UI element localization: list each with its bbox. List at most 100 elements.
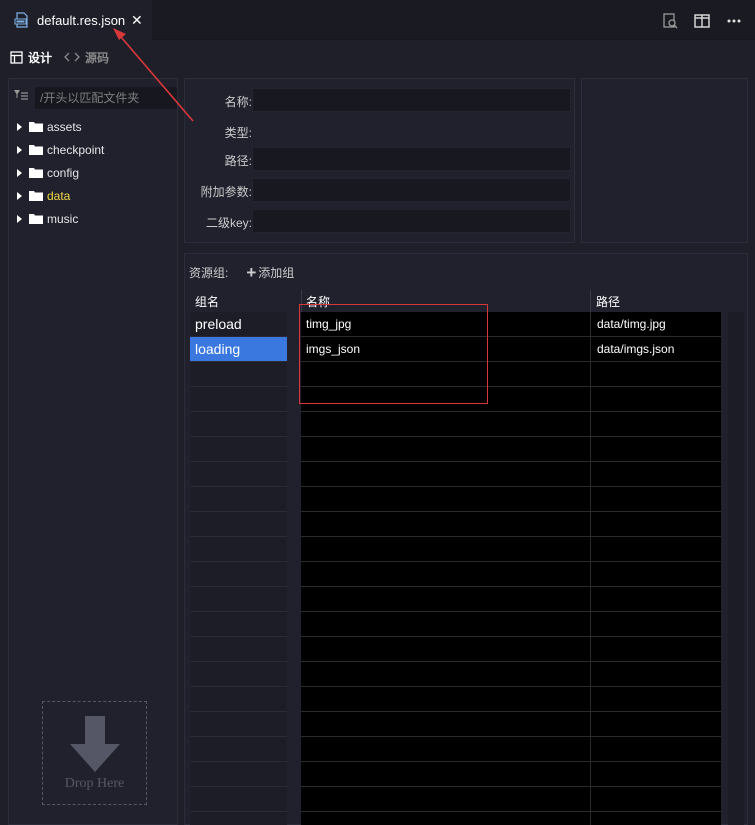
group-row-empty	[190, 437, 287, 462]
prop-row-type: 类型:	[185, 119, 576, 143]
tree-folder-label: data	[47, 188, 71, 203]
source-view-button[interactable]: 源码	[64, 49, 109, 66]
group-row-empty	[190, 562, 287, 587]
name-label: 名称:	[224, 95, 252, 109]
layout-icon	[10, 50, 23, 64]
drop-zone[interactable]: Drop Here	[42, 701, 147, 805]
prop-row-params: 附加参数:	[185, 178, 576, 202]
table-row-empty	[301, 812, 721, 825]
table-row-empty	[301, 512, 721, 537]
table-row-empty	[301, 412, 721, 437]
drop-zone-label: Drop Here	[64, 776, 125, 791]
more-actions-icon[interactable]	[725, 12, 743, 30]
tree-filter-input[interactable]	[35, 87, 177, 109]
path-field[interactable]	[252, 147, 571, 171]
group-row-empty	[190, 462, 287, 487]
expand-arrow-icon[interactable]	[17, 122, 22, 131]
view-switcher: 设计 源码	[0, 40, 755, 74]
group-row[interactable]: preload	[190, 312, 287, 337]
group-row-empty	[190, 737, 287, 762]
down-arrow-icon	[70, 716, 120, 772]
group-row-empty	[190, 762, 287, 787]
group-row[interactable]: loading	[190, 337, 287, 362]
folder-icon	[29, 214, 43, 224]
tab-title: default.res.json	[37, 12, 126, 28]
header-divider[interactable]	[590, 290, 591, 312]
tree-folder-label: checkpoint	[47, 142, 105, 157]
col-header-path[interactable]: 路径	[596, 293, 620, 310]
tree-folder-config[interactable]: config	[17, 161, 104, 184]
table-row-empty	[301, 762, 721, 787]
table-scrollbar[interactable]	[728, 312, 744, 825]
group-row-empty	[190, 412, 287, 437]
table-row-empty	[301, 737, 721, 762]
tree-folder-label: config	[47, 165, 80, 180]
design-view-label: 设计	[28, 50, 53, 65]
table-row-empty	[301, 562, 721, 587]
tree-folder-music[interactable]: music	[17, 207, 104, 230]
tab-default-res-json[interactable]: default.res.json ✕	[0, 0, 152, 40]
annotation-highlight-box	[299, 304, 488, 404]
group-row-empty	[190, 362, 287, 387]
prop-row-name: 名称:	[185, 88, 576, 112]
group-name: preload	[195, 316, 242, 332]
json-file-icon	[14, 12, 28, 28]
group-row-empty	[190, 587, 287, 612]
table-row-empty	[301, 662, 721, 687]
design-view-button[interactable]: 设计	[10, 49, 52, 66]
table-row-empty	[301, 462, 721, 487]
folder-icon	[29, 191, 43, 201]
resource-tree-panel: assets checkpoint config data music Drop Her…	[8, 78, 178, 825]
group-row-empty	[190, 637, 287, 662]
tree-folder-data[interactable]: data	[17, 184, 104, 207]
table-row-empty	[301, 637, 721, 662]
table-row-empty	[301, 787, 721, 812]
table-row-empty	[301, 687, 721, 712]
expand-arrow-icon[interactable]	[17, 214, 22, 223]
table-row-empty	[301, 437, 721, 462]
table-row-empty	[301, 487, 721, 512]
group-list: preload loading	[190, 312, 287, 825]
find-in-file-icon[interactable]	[661, 12, 679, 30]
editor-tab-bar: default.res.json ✕	[0, 0, 755, 40]
group-row-empty	[190, 687, 287, 712]
group-row-empty	[190, 712, 287, 737]
group-row-empty	[190, 662, 287, 687]
preview-panel	[581, 78, 748, 243]
tree-folder-checkpoint[interactable]: checkpoint	[17, 138, 104, 161]
table-row-empty	[301, 612, 721, 637]
group-name: loading	[195, 341, 241, 357]
expand-arrow-icon[interactable]	[17, 168, 22, 177]
split-editor-icon[interactable]	[693, 12, 711, 30]
group-row-empty	[190, 487, 287, 512]
folder-icon	[29, 168, 43, 178]
folder-tree: assets checkpoint config data music	[17, 115, 104, 230]
prop-row-subkey: 二级key:	[185, 209, 576, 233]
tree-filter-row	[9, 83, 179, 109]
plus-icon: +	[246, 262, 257, 282]
group-row-empty	[190, 512, 287, 537]
prop-row-path: 路径:	[185, 147, 576, 171]
params-field[interactable]	[252, 178, 571, 202]
group-row-empty	[190, 387, 287, 412]
col-header-group[interactable]: 组名	[195, 293, 219, 310]
subkey-field[interactable]	[252, 209, 571, 233]
group-row-empty	[190, 812, 287, 825]
table-row-empty	[301, 537, 721, 562]
add-group-label: 添加组	[258, 266, 295, 280]
source-view-label: 源码	[85, 50, 110, 65]
expand-arrow-icon[interactable]	[17, 145, 22, 154]
resource-path: data/imgs.json	[597, 342, 675, 356]
table-row-empty	[301, 587, 721, 612]
group-row-empty	[190, 612, 287, 637]
editor-actions	[661, 12, 743, 30]
type-label: 类型:	[224, 126, 252, 140]
tree-folder-label: assets	[47, 119, 82, 134]
add-group-button[interactable]: + 添加组	[246, 264, 294, 281]
folder-icon	[29, 122, 43, 132]
resource-group-label: 资源组:	[189, 266, 229, 280]
expand-arrow-icon[interactable]	[17, 191, 22, 200]
name-field[interactable]	[252, 88, 571, 112]
close-icon[interactable]: ✕	[131, 11, 143, 29]
tree-folder-assets[interactable]: assets	[17, 115, 104, 138]
